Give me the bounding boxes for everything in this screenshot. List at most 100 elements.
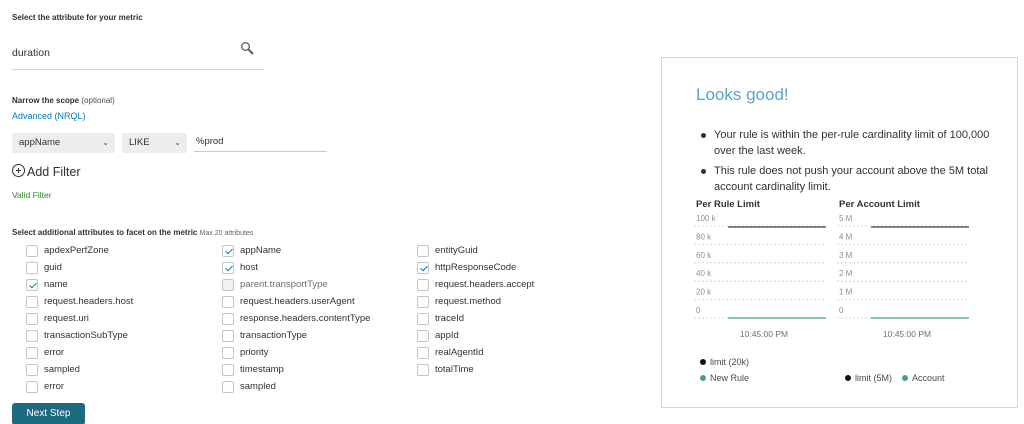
facet-checkbox-label: guid (44, 262, 62, 273)
facet-checkbox-item[interactable]: apdexPerfZone (26, 242, 133, 259)
per-rule-chart: 100 k 80 k 60 k 40 k 20 k 0 10:45:00 PM (694, 215, 826, 339)
facet-checkbox-label: transactionSubType (44, 330, 128, 341)
checkbox[interactable] (222, 295, 234, 308)
facet-checkbox-item[interactable]: host (222, 259, 370, 276)
facet-checkbox-label: httpResponseCode (435, 262, 517, 273)
facet-checkbox-label: priority (240, 347, 269, 358)
checkbox[interactable] (222, 329, 234, 342)
checkbox[interactable] (417, 363, 429, 376)
checkbox[interactable] (26, 244, 38, 257)
facet-checkbox-item[interactable]: httpResponseCode (417, 259, 534, 276)
facet-column-2: appName host parent.transportType request.h… (222, 242, 370, 395)
checkbox[interactable] (26, 295, 38, 308)
facet-checkbox-item[interactable]: timestamp (222, 361, 370, 378)
checkbox[interactable] (417, 295, 429, 308)
scope-title-text: Narrow the scope (12, 96, 80, 105)
checkbox[interactable] (222, 346, 234, 359)
facet-checkbox-item[interactable]: error (26, 344, 133, 361)
plus-circle-icon (12, 163, 25, 177)
facet-column-1: apdexPerfZone guid name request.headers.hos… (26, 242, 133, 395)
checkbox[interactable] (222, 380, 234, 393)
checkbox[interactable] (26, 329, 38, 342)
facet-checkbox-label: realAgentId (435, 347, 484, 358)
scope-optional-text: (optional) (81, 96, 115, 105)
y-tick-label: 2 M (839, 269, 853, 278)
facet-checkbox-label: request.headers.host (44, 296, 134, 307)
facet-checkbox-item[interactable]: parent.transportType (222, 276, 370, 293)
legend-label: Account (912, 373, 945, 383)
facet-checkbox-item[interactable]: sampled (26, 361, 133, 378)
facet-checkbox-item[interactable]: name (26, 276, 133, 293)
checkbox[interactable] (222, 363, 234, 376)
legend-swatch (700, 375, 706, 381)
facet-checkbox-label: request.method (435, 296, 502, 307)
checkbox[interactable] (26, 380, 38, 393)
facet-checkbox-label: error (44, 347, 65, 358)
next-step-button[interactable]: Next Step (12, 403, 85, 424)
chevron-down-icon: ⌄ (102, 138, 109, 147)
checkbox-checked[interactable] (417, 261, 429, 274)
facet-checkbox-item[interactable]: priority (222, 344, 370, 361)
facet-checkbox-item[interactable]: error (26, 378, 133, 395)
search-icon[interactable] (240, 41, 254, 55)
checkbox[interactable] (26, 261, 38, 274)
y-tick-label: 0 (839, 306, 844, 315)
legend-item-limit-rule: limit (20k) (700, 357, 749, 367)
checkbox-checked[interactable] (26, 278, 38, 291)
facet-checkbox-item[interactable]: transactionType (222, 327, 370, 344)
attribute-section-title: Select the attribute for your metric (12, 13, 143, 22)
filter-value-input[interactable] (194, 131, 327, 152)
checkbox[interactable] (417, 312, 429, 325)
facet-checkbox-label: request.uri (44, 313, 89, 324)
facet-checkbox-item[interactable]: guid (26, 259, 133, 276)
checkbox-checked[interactable] (222, 244, 234, 257)
attribute-search-input[interactable] (12, 36, 264, 70)
facet-checkbox-item[interactable]: request.uri (26, 310, 133, 327)
facet-checkbox-item[interactable]: request.headers.host (26, 293, 133, 310)
facet-checkbox-label: totalTime (435, 364, 474, 375)
checkbox[interactable] (222, 312, 234, 325)
y-tick-label: 0 (696, 306, 701, 315)
validation-bullets: Your rule is within the per-rule cardina… (698, 127, 998, 199)
legend-label: limit (5M) (855, 373, 892, 383)
y-tick-label: 1 M (839, 288, 853, 297)
y-tick-label: 80 k (696, 232, 712, 241)
facet-checkbox-label: sampled (44, 364, 80, 375)
filter-operator-select[interactable]: LIKE ⌄ (122, 133, 187, 153)
checkbox[interactable] (417, 244, 429, 257)
facet-checkbox-item[interactable]: request.headers.userAgent (222, 293, 370, 310)
facet-checkbox-label: parent.transportType (240, 279, 328, 290)
facet-checkbox-item[interactable]: entityGuid (417, 242, 534, 259)
filter-attribute-select[interactable]: appName ⌄ (12, 133, 115, 153)
add-filter-button[interactable]: Add Filter (12, 163, 81, 179)
facet-checkbox-item[interactable]: totalTime (417, 361, 534, 378)
facet-checkbox-item[interactable]: realAgentId (417, 344, 534, 361)
facet-checkbox-item[interactable]: request.method (417, 293, 534, 310)
checkbox[interactable] (417, 278, 429, 291)
facet-checkbox-label: appId (435, 330, 459, 341)
legend-label: limit (20k) (710, 357, 750, 367)
checkbox[interactable] (26, 363, 38, 376)
facet-checkbox-item[interactable]: appId (417, 327, 534, 344)
y-tick-label: 60 k (696, 251, 712, 260)
facet-checkbox-label: response.headers.contentType (240, 313, 371, 324)
facet-checkbox-item[interactable]: response.headers.contentType (222, 310, 370, 327)
legend-swatch (902, 375, 908, 381)
checkbox[interactable] (417, 346, 429, 359)
scope-section-title: Narrow the scope (optional) (12, 96, 115, 105)
facet-checkbox-item[interactable]: appName (222, 242, 370, 259)
checkbox-checked[interactable] (222, 261, 234, 274)
bullet-account-limit: This rule does not push your account abo… (698, 163, 998, 195)
per-rule-chart-title: Per Rule Limit (696, 199, 760, 210)
advanced-nrql-link[interactable]: Advanced (NRQL) (12, 111, 86, 121)
facet-checkbox-item[interactable]: request.headers.accept (417, 276, 534, 293)
facet-checkbox-item[interactable]: traceId (417, 310, 534, 327)
checkbox[interactable] (417, 329, 429, 342)
checkbox[interactable] (26, 312, 38, 325)
facet-checkbox-label: traceId (435, 313, 465, 324)
checkbox[interactable] (222, 278, 234, 291)
facet-checkbox-item[interactable]: transactionSubType (26, 327, 133, 344)
legend-swatch (700, 359, 706, 365)
facet-checkbox-item[interactable]: sampled (222, 378, 370, 395)
checkbox[interactable] (26, 346, 38, 359)
